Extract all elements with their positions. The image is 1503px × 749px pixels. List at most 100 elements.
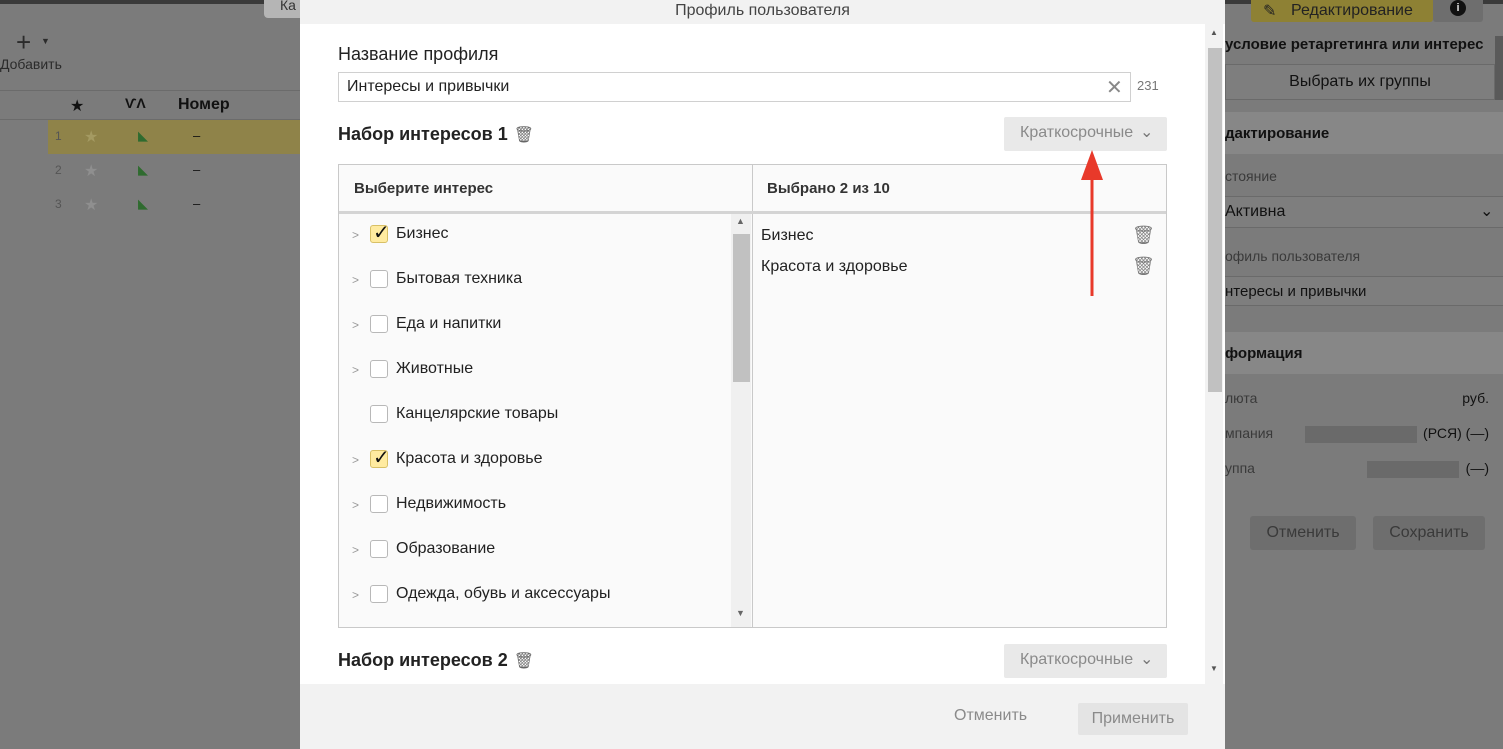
interest-list-scrollbar[interactable]: ▲ ▼	[731, 214, 751, 627]
interest-set-title: Набор интересов 1 🗑	[338, 124, 534, 145]
scrollbar-thumb[interactable]	[1208, 48, 1222, 392]
checkbox[interactable]	[370, 540, 388, 558]
trash-icon[interactable]: 🗑	[1132, 225, 1155, 246]
profile-name-input[interactable]: Интересы и привычки ✕	[338, 72, 1131, 102]
list-item[interactable]: > ✓ Бизнес	[339, 214, 729, 259]
interest-label: Одежда, обувь и аксессуары	[396, 585, 611, 602]
campaign-label: мпания	[1225, 425, 1274, 441]
flag-icon: ◣	[138, 196, 148, 211]
chevron-down-icon: ⌄	[1140, 124, 1154, 141]
scroll-up-icon[interactable]: ▲	[736, 216, 745, 226]
info-icon: i	[1450, 0, 1466, 16]
checkbox[interactable]: ✓	[370, 447, 390, 469]
section-info-header: формация	[1225, 332, 1503, 374]
row-index: 3	[55, 197, 62, 211]
table-row[interactable]: 3 ★ ◣ –	[48, 188, 300, 222]
expand-icon[interactable]: >	[352, 273, 359, 287]
table-row[interactable]: 1 ★ ◣ –	[48, 120, 300, 154]
list-item[interactable]: > Одежда, обувь и аксессуары	[339, 574, 729, 619]
interest-set-title-text: Набор интересов 1	[338, 124, 508, 144]
star-icon[interactable]: ★	[84, 195, 98, 215]
interest-label: Еда и напитки	[396, 315, 502, 332]
trash-icon[interactable]: 🗑	[514, 653, 534, 670]
scroll-up-icon[interactable]: ▲	[1210, 28, 1218, 37]
interest-label: Недвижимость	[396, 495, 507, 512]
interest-label: Канцелярские товары	[396, 405, 559, 422]
expand-icon[interactable]: >	[352, 318, 359, 332]
strategy-column-icon[interactable]: ѴΛ	[125, 95, 146, 111]
table-row[interactable]: 2 ★ ◣ –	[48, 154, 300, 188]
scroll-down-icon[interactable]: ▼	[1210, 664, 1218, 673]
checkmark-icon: ✓	[373, 222, 390, 244]
clear-icon[interactable]: ✕	[1106, 75, 1123, 100]
checkbox[interactable]	[370, 495, 388, 513]
checkbox[interactable]	[370, 405, 388, 423]
expand-icon[interactable]: >	[352, 498, 359, 512]
list-item[interactable]: > Образование	[339, 529, 729, 574]
group-value: (—)	[1465, 460, 1489, 476]
trash-icon[interactable]: 🗑	[1132, 256, 1155, 277]
interest-label: Образование	[396, 540, 496, 557]
scrollbar-thumb[interactable]	[733, 234, 750, 382]
apply-button[interactable]: Применить	[1078, 703, 1188, 735]
star-column-icon[interactable]: ★	[70, 96, 84, 116]
state-value: Активна	[1225, 203, 1286, 220]
expand-icon[interactable]: >	[352, 363, 359, 377]
interest-label: Красота и здоровье	[396, 450, 543, 467]
checkbox[interactable]	[370, 360, 388, 378]
modal-footer: Отменить Применить	[300, 684, 1225, 749]
row-index: 2	[55, 163, 62, 177]
edit-mode-button[interactable]: ✎ Редактирование	[1251, 0, 1433, 22]
char-counter: 231	[1137, 78, 1159, 93]
interest-label: Бытовая техника	[396, 270, 523, 287]
star-icon[interactable]: ★	[84, 127, 98, 147]
list-item[interactable]: > Бытовая техника	[339, 259, 729, 304]
save-button[interactable]: Сохранить	[1373, 516, 1485, 550]
list-item[interactable]: > ✓ Красота и здоровье	[339, 439, 729, 484]
background-left-panel: Ка + ▼ Добавить ★ ѴΛ Номер 1 ★ ◣ – 2 ★ ◣…	[0, 0, 304, 749]
select-groups-button[interactable]: Выбрать их группы	[1225, 64, 1495, 100]
add-button[interactable]: + ▼ Добавить	[0, 27, 70, 80]
chevron-down-icon: ⌄	[1480, 203, 1494, 220]
profile-modal: Профиль пользователя Название профиля Ин…	[300, 0, 1225, 749]
selected-item-label: Красота и здоровье	[761, 258, 908, 275]
expand-icon[interactable]: >	[352, 588, 359, 602]
list-item[interactable]: Канцелярские товары	[339, 394, 729, 439]
checkbox[interactable]	[370, 585, 388, 603]
list-item[interactable]: > Еда и напитки	[339, 304, 729, 349]
modal-scrollbar[interactable]: ▲ ▼	[1205, 24, 1223, 684]
expand-icon[interactable]: >	[352, 543, 359, 557]
sidebar-scrollbar[interactable]	[1495, 36, 1503, 100]
choose-interest-header: Выберите интерес	[354, 180, 494, 197]
currency-value: руб.	[1462, 390, 1489, 406]
trash-icon[interactable]: 🗑	[514, 127, 534, 144]
star-icon[interactable]: ★	[84, 161, 98, 181]
row-number: –	[193, 196, 201, 211]
info-button[interactable]: i	[1433, 0, 1483, 22]
plus-icon: +	[16, 27, 32, 57]
term-dropdown[interactable]: Краткосрочные ⌄	[1004, 117, 1167, 151]
list-item[interactable]: > Недвижимость	[339, 484, 729, 529]
background-tab[interactable]: Ка	[264, 0, 304, 18]
checkbox[interactable]	[370, 270, 388, 288]
cancel-button[interactable]: Отменить	[954, 707, 1027, 725]
checkbox[interactable]: ✓	[370, 222, 390, 244]
number-column-header[interactable]: Номер	[178, 96, 230, 114]
profile-label: офиль пользователя	[1225, 248, 1361, 264]
list-item[interactable]: > Животные	[339, 349, 729, 394]
scroll-down-icon[interactable]: ▼	[736, 608, 745, 618]
state-select[interactable]: Активна ⌄	[1225, 196, 1503, 228]
currency-label: люта	[1225, 390, 1258, 406]
annotation-arrow-icon	[1081, 150, 1103, 296]
profile-field[interactable]: нтересы и привычки	[1225, 276, 1503, 306]
expand-icon[interactable]: >	[352, 453, 359, 467]
redacted-value	[1305, 426, 1417, 443]
group-row: уппа (—)	[1225, 460, 1503, 478]
expand-icon[interactable]: >	[352, 228, 359, 242]
interest-label: Бизнес	[396, 225, 449, 242]
checkbox[interactable]	[370, 315, 388, 333]
term-dropdown[interactable]: Краткосрочные ⌄	[1004, 644, 1167, 678]
row-index: 1	[55, 129, 62, 143]
cancel-button[interactable]: Отменить	[1250, 516, 1356, 550]
table-header: ★ ѴΛ Номер	[0, 90, 300, 120]
